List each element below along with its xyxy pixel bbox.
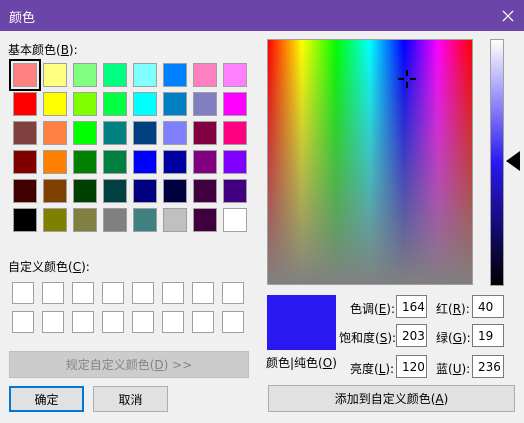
basic-color-swatch[interactable]	[193, 92, 217, 116]
custom-color-slot[interactable]	[162, 311, 184, 333]
add-to-custom-colors-button[interactable]: 添加到自定义颜色(A)	[268, 385, 515, 412]
crosshair-icon	[398, 70, 416, 88]
basic-color-swatch[interactable]	[223, 63, 247, 87]
basic-color-swatch[interactable]	[13, 179, 37, 203]
basic-color-swatch[interactable]	[103, 179, 127, 203]
green-field[interactable]: 19	[472, 324, 504, 347]
basic-color-swatch[interactable]	[133, 150, 157, 174]
basic-color-swatch[interactable]	[133, 92, 157, 116]
basic-color-swatch[interactable]	[43, 121, 67, 145]
saturation-field[interactable]: 203	[396, 324, 427, 347]
window-title: 颜色	[9, 11, 36, 26]
basic-color-swatch[interactable]	[193, 121, 217, 145]
basic-color-swatch[interactable]	[103, 63, 127, 87]
basic-color-swatch[interactable]	[193, 150, 217, 174]
custom-color-slot[interactable]	[192, 311, 214, 333]
custom-color-slot[interactable]	[132, 311, 154, 333]
basic-color-swatch[interactable]	[43, 179, 67, 203]
custom-color-slot[interactable]	[192, 282, 214, 304]
cancel-button[interactable]: 取消	[93, 386, 168, 412]
basic-color-swatch[interactable]	[73, 92, 97, 116]
custom-color-slot[interactable]	[222, 311, 244, 333]
basic-color-swatch[interactable]	[103, 150, 127, 174]
saturation-label: 饱和度(S):	[339, 331, 397, 345]
basic-color-swatch[interactable]	[13, 92, 37, 116]
basic-color-swatch[interactable]	[103, 121, 127, 145]
basic-color-swatch[interactable]	[103, 208, 127, 232]
custom-color-slot[interactable]	[102, 282, 124, 304]
close-icon	[502, 10, 514, 21]
red-field[interactable]: 40	[472, 295, 504, 318]
basic-color-swatch[interactable]	[223, 92, 247, 116]
basic-color-swatch[interactable]	[163, 63, 187, 87]
color-preview	[267, 295, 336, 350]
custom-color-slot[interactable]	[162, 282, 184, 304]
luminance-field[interactable]: 120	[396, 355, 427, 378]
custom-color-slot[interactable]	[42, 311, 64, 333]
basic-color-swatch[interactable]	[73, 121, 97, 145]
solid-color-label: 颜色|纯色(O)	[266, 356, 337, 370]
basic-color-swatch[interactable]	[133, 63, 157, 87]
hue-field[interactable]: 164	[396, 295, 427, 318]
define-custom-colors-button[interactable]: 规定自定义颜色(D) >>	[9, 351, 249, 378]
basic-colors-label: 基本颜色(B):	[8, 43, 78, 57]
green-label: 绿(G):	[436, 331, 471, 345]
custom-color-slot[interactable]	[12, 311, 34, 333]
basic-color-swatch[interactable]	[73, 63, 97, 87]
basic-color-swatch[interactable]	[73, 150, 97, 174]
basic-color-swatch[interactable]	[193, 208, 217, 232]
custom-color-slot[interactable]	[72, 282, 94, 304]
ok-button[interactable]: 确定	[9, 386, 84, 412]
basic-color-swatch[interactable]	[163, 92, 187, 116]
custom-colors-label: 自定义颜色(C):	[8, 260, 90, 274]
blue-field[interactable]: 236	[472, 355, 504, 378]
basic-color-swatch[interactable]	[193, 63, 217, 87]
basic-color-swatch[interactable]	[223, 150, 247, 174]
custom-color-slot[interactable]	[12, 282, 34, 304]
basic-color-swatch[interactable]	[163, 208, 187, 232]
basic-color-swatch[interactable]	[223, 179, 247, 203]
custom-color-slot[interactable]	[72, 311, 94, 333]
custom-color-slot[interactable]	[42, 282, 64, 304]
basic-color-swatch[interactable]	[163, 121, 187, 145]
custom-color-slot[interactable]	[132, 282, 154, 304]
basic-color-swatch[interactable]	[133, 179, 157, 203]
basic-color-swatch[interactable]	[103, 92, 127, 116]
title-bar: 颜色	[0, 0, 524, 31]
basic-color-swatch[interactable]	[13, 150, 37, 174]
red-label: 红(R):	[436, 302, 470, 316]
close-button[interactable]	[492, 0, 524, 31]
luminance-bar[interactable]	[490, 39, 504, 286]
basic-color-swatch[interactable]	[133, 208, 157, 232]
basic-color-swatch[interactable]	[13, 208, 37, 232]
basic-color-swatch[interactable]	[193, 179, 217, 203]
basic-color-swatch[interactable]	[73, 179, 97, 203]
basic-color-swatch[interactable]	[13, 121, 37, 145]
basic-color-swatch[interactable]	[223, 208, 247, 232]
basic-color-swatch[interactable]	[73, 208, 97, 232]
basic-color-swatch[interactable]	[133, 121, 157, 145]
basic-color-swatch[interactable]	[9, 59, 41, 91]
color-spectrum[interactable]	[267, 39, 473, 285]
custom-color-slot[interactable]	[102, 311, 124, 333]
luminance-label: 亮度(L):	[350, 362, 395, 376]
basic-color-swatch[interactable]	[223, 121, 247, 145]
basic-color-swatch[interactable]	[43, 63, 67, 87]
basic-color-swatch[interactable]	[43, 208, 67, 232]
custom-color-slot[interactable]	[222, 282, 244, 304]
basic-color-swatch[interactable]	[163, 150, 187, 174]
luminance-arrow-icon[interactable]	[506, 151, 520, 171]
basic-color-swatch[interactable]	[43, 150, 67, 174]
basic-color-swatch[interactable]	[163, 179, 187, 203]
hue-label: 色调(E):	[350, 302, 396, 316]
blue-label: 蓝(U):	[436, 362, 471, 376]
basic-color-swatch[interactable]	[43, 92, 67, 116]
